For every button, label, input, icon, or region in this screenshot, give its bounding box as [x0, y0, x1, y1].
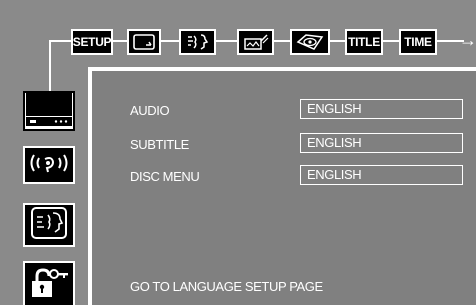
side-item-lock[interactable]	[23, 261, 75, 305]
setting-value-audio[interactable]: ENGLISH	[300, 99, 463, 119]
nav-line-vertical	[49, 40, 51, 95]
audio-icon	[28, 150, 70, 181]
side-item-tv[interactable]	[23, 91, 75, 131]
tab-setup[interactable]: SETUP	[71, 29, 113, 55]
disc-eye-icon	[296, 33, 324, 51]
right-arrow-icon: →	[459, 30, 476, 50]
tab-disc-eye[interactable]	[290, 29, 330, 55]
tab-time[interactable]: TIME	[399, 29, 437, 55]
side-item-language[interactable]	[23, 203, 75, 247]
video-icon	[243, 33, 269, 51]
side-item-audio[interactable]	[23, 146, 75, 184]
footer-hint: GO TO LANGUAGE SETUP PAGE	[130, 279, 323, 294]
tab-setup-label: SETUP	[72, 35, 112, 49]
tab-title-label: TITLE	[348, 35, 380, 49]
speech-icon	[186, 33, 210, 51]
tab-video[interactable]	[237, 29, 274, 55]
tv-icon	[26, 91, 72, 131]
tv-screen-icon	[133, 34, 155, 50]
setting-value-subtitle[interactable]: ENGLISH	[300, 133, 463, 153]
lock-icon	[29, 265, 69, 304]
setting-label-audio: AUDIO	[130, 103, 170, 118]
setting-label-disc-menu: DISC MENU	[130, 169, 200, 184]
setting-label-subtitle: SUBTITLE	[130, 137, 189, 152]
setting-value-disc-menu[interactable]: ENGLISH	[300, 165, 463, 185]
tab-speech[interactable]	[179, 29, 216, 55]
tab-title[interactable]: TITLE	[345, 29, 383, 55]
tab-time-label: TIME	[404, 35, 432, 49]
language-icon	[29, 205, 69, 246]
tab-tv-screen[interactable]	[127, 29, 161, 55]
